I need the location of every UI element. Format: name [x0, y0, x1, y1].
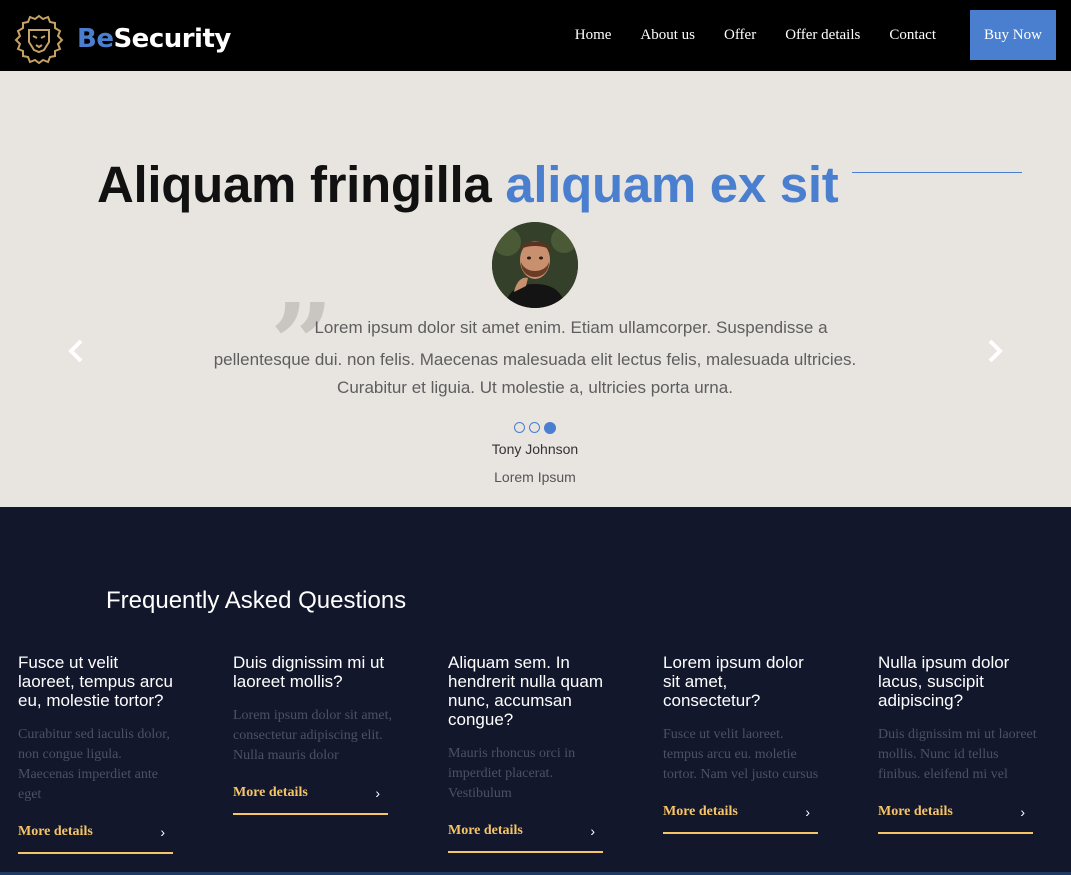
chevron-right-icon: ›: [805, 804, 810, 820]
chevron-left-icon[interactable]: [62, 336, 92, 366]
heading-accent: aliquam ex sit: [505, 156, 839, 213]
faq-title: Frequently Asked Questions: [106, 587, 407, 614]
testimonial-heading: Aliquam fringilla aliquam ex sit: [97, 155, 839, 214]
faq-item: Lorem ipsum dolor sit amet, consectetur?…: [663, 653, 823, 834]
more-details-link[interactable]: More details ›: [233, 785, 388, 815]
quote-line-1: Lorem ipsum dolor sit amet enim. Etiam u…: [314, 318, 828, 337]
avatar: [492, 222, 578, 308]
more-details-label: More details: [878, 804, 953, 819]
faq-item: Nulla ipsum dolor lacus, suscipit adipis…: [878, 653, 1038, 834]
testimonial-name: Tony Johnson: [491, 441, 579, 457]
logo[interactable]: BeSecurity: [14, 14, 231, 64]
heading-main: Aliquam fringilla: [97, 156, 492, 213]
more-details-link[interactable]: More details ›: [663, 804, 818, 834]
faq-answer: Mauris rhoncus orci in imperdiet placera…: [448, 746, 576, 801]
logo-text: BeSecurity: [77, 24, 231, 54]
nav-offer-details[interactable]: Offer details: [785, 27, 860, 44]
testimonial-section: Aliquam fringilla aliquam ex sit ” Lorem…: [0, 71, 1071, 507]
more-details-link[interactable]: More details ›: [448, 823, 603, 853]
chevron-right-icon: ›: [1020, 804, 1025, 820]
chevron-right-icon[interactable]: [979, 336, 1009, 366]
faq-section: Frequently Asked Questions Fusce ut veli…: [0, 507, 1071, 875]
faq-question: Lorem ipsum dolor sit amet, consectetur?: [663, 653, 804, 710]
nav-contact[interactable]: Contact: [889, 27, 936, 44]
chevron-right-icon: ›: [160, 824, 165, 840]
chevron-right-icon: ›: [375, 785, 380, 801]
nav-about-us[interactable]: About us: [640, 27, 695, 44]
lion-shield-icon: [14, 14, 64, 64]
avatar-image: [492, 222, 578, 308]
faq-item: Duis dignissim mi ut laoreet mollis? Lor…: [233, 653, 393, 815]
heading-rule: [852, 172, 1022, 173]
faq-item: Fusce ut velit laoreet, tempus arcu eu, …: [18, 653, 178, 854]
logo-text-security: Security: [113, 24, 231, 54]
faq-question: Nulla ipsum dolor lacus, suscipit adipis…: [878, 653, 1010, 710]
faq-answer: Curabitur sed iaculis dolor, non congue …: [18, 727, 170, 802]
faq-answer: Lorem ipsum dolor sit amet, consectetur …: [233, 708, 393, 763]
carousel-dot-1[interactable]: [514, 422, 525, 433]
quote-line-2: pellentesque dui. non felis. Maecenas ma…: [213, 350, 857, 369]
more-details-label: More details: [663, 804, 738, 819]
main-nav: Home About us Offer Offer details Contac…: [575, 10, 1056, 60]
more-details-link[interactable]: More details ›: [18, 824, 173, 854]
nav-home[interactable]: Home: [575, 27, 612, 44]
buy-now-button[interactable]: Buy Now: [970, 10, 1056, 60]
faq-question: Duis dignissim mi ut laoreet mollis?: [233, 653, 385, 691]
testimonial-role: Lorem Ipsum: [494, 469, 576, 485]
carousel-dots: [514, 422, 560, 434]
faq-answer: Fusce ut velit laoreet. tempus arcu eu. …: [663, 727, 819, 782]
chevron-right-icon: ›: [590, 823, 595, 839]
carousel-dot-2[interactable]: [529, 422, 540, 433]
nav-offer[interactable]: Offer: [724, 27, 756, 44]
quote-line-3: Curabitur et liguia. Ut molestie a, ultr…: [337, 378, 733, 397]
more-details-label: More details: [448, 823, 523, 838]
testimonial-quote: Lorem ipsum dolor sit amet enim. Etiam u…: [200, 314, 870, 402]
more-details-label: More details: [233, 785, 308, 800]
site-header: BeSecurity Home About us Offer Offer det…: [0, 0, 1071, 71]
faq-answer: Duis dignissim mi ut laoreet mollis. Nun…: [878, 727, 1037, 782]
more-details-link[interactable]: More details ›: [878, 804, 1033, 834]
more-details-label: More details: [18, 824, 93, 839]
faq-question: Fusce ut velit laoreet, tempus arcu eu, …: [18, 653, 173, 710]
faq-item: Aliquam sem. In hendrerit nulla quam nun…: [448, 653, 608, 853]
logo-text-be: Be: [77, 24, 114, 54]
carousel-dot-3[interactable]: [544, 422, 556, 434]
faq-question: Aliquam sem. In hendrerit nulla quam nun…: [448, 653, 603, 729]
